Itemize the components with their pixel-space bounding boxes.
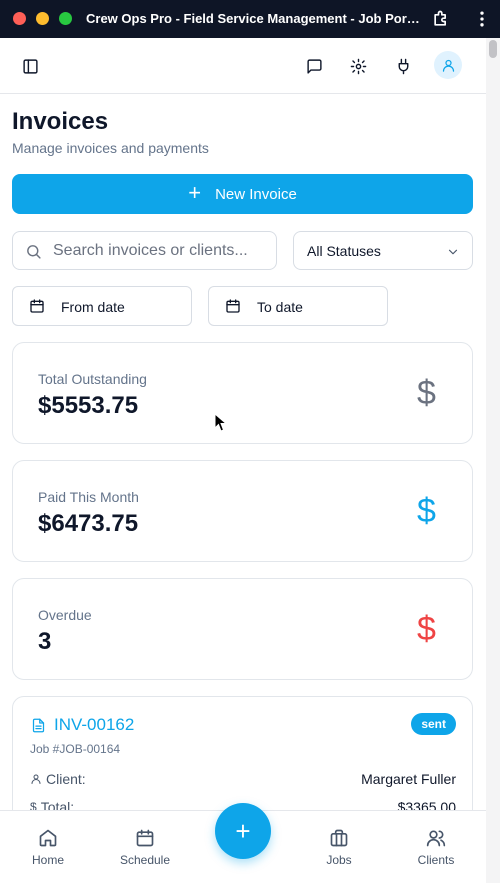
nav-schedule-label: Schedule — [119, 853, 171, 867]
to-date-button[interactable]: To date — [208, 286, 388, 326]
client-row-label: Client: — [30, 771, 86, 787]
invoice-number-link[interactable]: INV-00162 — [54, 715, 134, 735]
quick-add-fab[interactable]: + — [215, 803, 271, 859]
stat-label: Overdue — [38, 607, 92, 623]
window-title: Crew Ops Pro - Field Service Management … — [86, 11, 422, 26]
to-date-label: To date — [257, 299, 303, 315]
user-icon — [31, 774, 41, 784]
nav-clients-label: Clients — [417, 853, 455, 867]
nav-schedule[interactable]: Schedule — [100, 811, 190, 883]
stat-label: Paid This Month — [38, 489, 139, 505]
messages-button[interactable] — [298, 50, 330, 82]
nav-home-label: Home — [31, 853, 64, 867]
plus-icon: + — [188, 180, 202, 205]
page-scrollbar[interactable] — [486, 38, 500, 883]
stat-card-overdue: Overdue 3 $ — [12, 578, 473, 680]
stat-label: Total Outstanding — [38, 371, 147, 387]
app-viewport: Invoices Manage invoices and payments + … — [0, 38, 486, 883]
invoice-job-ref: Job #JOB-00164 — [30, 742, 121, 756]
nav-home[interactable]: Home — [3, 811, 93, 883]
plus-icon: + — [235, 815, 251, 846]
user-icon — [442, 59, 454, 72]
message-icon — [306, 58, 322, 74]
sidebar-toggle-button[interactable] — [14, 50, 46, 82]
calendar-icon — [136, 829, 154, 847]
nav-jobs-label: Jobs — [326, 853, 352, 867]
search-input[interactable] — [53, 238, 271, 263]
status-filter-select[interactable]: All Statuses — [293, 231, 473, 270]
scrollbar-thumb[interactable] — [489, 40, 497, 58]
home-icon — [39, 829, 57, 847]
mouse-cursor-icon — [214, 413, 228, 432]
stat-card-total-outstanding: Total Outstanding $5553.75 $ — [12, 342, 473, 444]
nav-clients[interactable]: Clients — [391, 811, 481, 883]
status-filter-value: All Statuses — [307, 243, 381, 259]
integrations-button[interactable] — [387, 50, 419, 82]
stat-value: 3 — [38, 628, 52, 655]
extensions-icon[interactable] — [431, 9, 451, 29]
plug-icon — [398, 58, 408, 74]
search-box[interactable] — [12, 231, 277, 270]
users-icon — [426, 830, 446, 847]
page-subtitle: Manage invoices and payments — [12, 140, 209, 156]
sidebar-icon — [22, 58, 38, 74]
client-name: Margaret Fuller — [361, 771, 456, 787]
window-minimize-button[interactable] — [36, 12, 49, 25]
page-title: Invoices — [12, 108, 109, 135]
window-titlebar: Crew Ops Pro - Field Service Management … — [0, 0, 500, 38]
settings-button[interactable] — [342, 50, 374, 82]
stat-value: $5553.75 — [38, 392, 139, 419]
calendar-icon — [226, 299, 240, 313]
search-icon — [27, 245, 41, 259]
user-avatar-button[interactable] — [434, 51, 462, 79]
gear-icon — [350, 58, 366, 74]
app-header — [0, 38, 486, 94]
status-badge: sent — [411, 713, 456, 735]
briefcase-icon — [330, 829, 348, 847]
from-date-label: From date — [61, 299, 125, 315]
client-label: Client: — [46, 771, 86, 787]
stat-card-paid-this-month: Paid This Month $6473.75 $ — [12, 460, 473, 562]
from-date-button[interactable]: From date — [12, 286, 192, 326]
window-close-button[interactable] — [13, 12, 26, 25]
file-text-icon — [32, 718, 45, 733]
dollar-icon: $ — [417, 492, 436, 530]
calendar-icon — [30, 299, 44, 313]
more-options-icon[interactable] — [472, 9, 492, 29]
new-invoice-label: New Invoice — [215, 185, 297, 203]
chevron-down-icon — [448, 249, 458, 255]
dollar-icon: $ — [417, 610, 436, 648]
nav-jobs[interactable]: Jobs — [294, 811, 384, 883]
stat-value: $6473.75 — [38, 510, 139, 537]
window-maximize-button[interactable] — [59, 12, 72, 25]
dollar-icon: $ — [417, 374, 436, 412]
new-invoice-button[interactable]: + New Invoice — [12, 174, 473, 214]
